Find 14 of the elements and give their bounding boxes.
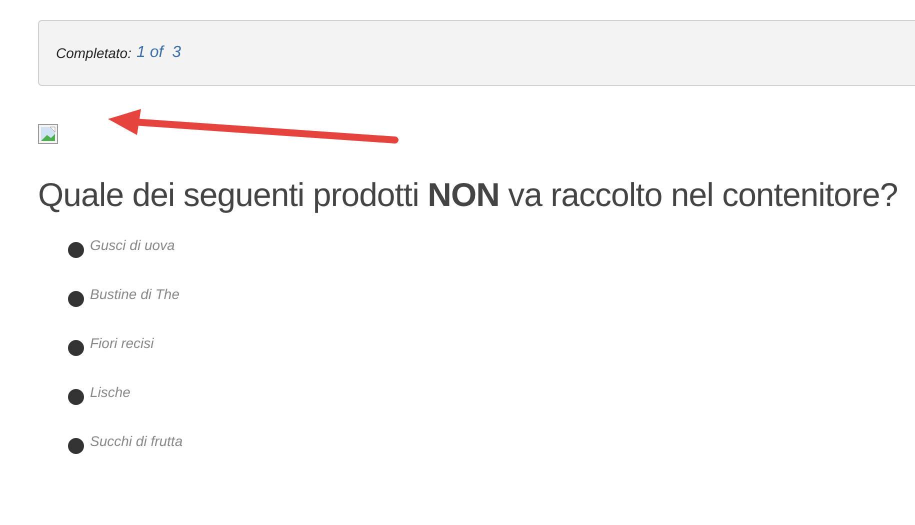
bullet-icon: [68, 291, 84, 307]
question-heading: Quale dei seguenti prodotti NON va raccolto nel contenitore?: [38, 176, 899, 214]
broken-image-icon: [38, 124, 58, 144]
answer-option[interactable]: Succhi di frutta: [90, 433, 183, 449]
bullet-icon: [68, 340, 84, 356]
bullet-icon: [68, 242, 84, 258]
answer-option[interactable]: Fiori recisi: [90, 335, 154, 351]
answer-option[interactable]: Bustine di The: [90, 286, 180, 302]
answer-option[interactable]: Gusci di uova: [90, 237, 175, 253]
answer-option[interactable]: Lische: [90, 384, 130, 400]
bullet-icon: [68, 438, 84, 454]
bullet-icon: [68, 389, 84, 405]
progress-label: Completato:: [56, 45, 132, 61]
progress-value: 1 of 3: [136, 44, 181, 62]
